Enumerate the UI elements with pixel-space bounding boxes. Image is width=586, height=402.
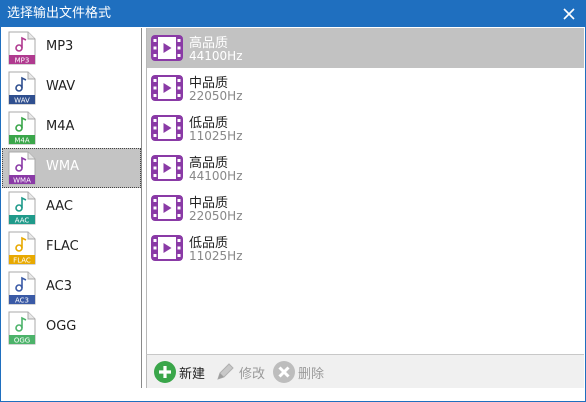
preset-list: 高品质 44100Hz 中品质 22050Hz 低品质 11025Hz 高品质 44100Hz… xyxy=(146,28,584,354)
format-label: OGG xyxy=(46,319,77,334)
bottom-strip xyxy=(2,388,584,401)
format-badge-text: WAV xyxy=(14,97,30,105)
format-badge-text: MP3 xyxy=(15,57,30,65)
preset-sample-rate: 44100Hz xyxy=(189,49,243,63)
new-button[interactable]: 新建 xyxy=(153,360,205,384)
preset-item[interactable]: 低品质 11025Hz xyxy=(147,228,584,268)
video-play-icon xyxy=(151,155,183,181)
format-item-flac[interactable]: FLAC FLAC xyxy=(2,228,141,268)
video-play-icon xyxy=(151,195,183,221)
format-label: FLAC xyxy=(46,239,79,254)
preset-item[interactable]: 高品质 44100Hz xyxy=(147,28,584,68)
format-badge-text: FLAC xyxy=(13,257,31,265)
preset-sample-rate: 11025Hz xyxy=(189,129,243,143)
audio-file-icon: MP3 xyxy=(8,31,36,65)
audio-file-icon: AC3 xyxy=(8,271,36,305)
preset-item[interactable]: 高品质 44100Hz xyxy=(147,148,584,188)
audio-file-icon: M4A xyxy=(8,111,36,145)
format-item-wav[interactable]: WAV WAV xyxy=(2,68,141,108)
audio-file-icon: WMA xyxy=(8,151,36,185)
format-item-aac[interactable]: AAC AAC xyxy=(2,188,141,228)
format-label: AC3 xyxy=(46,279,73,294)
edit-button[interactable]: 修改 xyxy=(213,360,265,384)
format-item-wma[interactable]: WMA WMA xyxy=(2,148,141,188)
dialog-title: 选择输出文件格式 xyxy=(7,6,112,21)
video-play-icon xyxy=(151,75,183,101)
format-list: MP3 MP3 WAV WAV M4A M4A WMA WMA AAC AAC FLAC FLAC AC… xyxy=(2,28,142,388)
format-badge-text: OGG xyxy=(14,337,30,345)
format-label: AAC xyxy=(46,199,73,214)
format-label: M4A xyxy=(46,119,75,134)
format-badge-text: AC3 xyxy=(15,297,29,305)
format-badge-text: AAC xyxy=(15,217,30,225)
plus-circle-icon xyxy=(154,361,176,383)
pencil-icon xyxy=(217,363,234,380)
format-label: MP3 xyxy=(46,39,74,54)
delete-button[interactable]: 删除 xyxy=(272,360,324,384)
format-label: WAV xyxy=(46,79,76,94)
audio-file-icon: OGG xyxy=(8,311,36,345)
format-item-m4a[interactable]: M4A M4A xyxy=(2,108,141,148)
format-badge-text: WMA xyxy=(13,177,31,185)
audio-file-icon: WAV xyxy=(8,71,36,105)
close-button[interactable] xyxy=(557,2,581,26)
video-play-icon xyxy=(151,35,183,61)
preset-item[interactable]: 中品质 22050Hz xyxy=(147,68,584,108)
video-play-icon xyxy=(151,115,183,141)
delete-circle-icon xyxy=(273,361,295,383)
format-dialog: 选择输出文件格式 MP3 MP3 WAV WAV M4A M4A WMA WMA AAC AAC F… xyxy=(0,0,586,402)
delete-button-label: 删除 xyxy=(298,366,325,382)
preset-toolbar: 新建 修改 删除 xyxy=(146,354,584,388)
format-item-ogg[interactable]: OGG OGG xyxy=(2,308,141,348)
edit-button-label: 修改 xyxy=(239,366,266,382)
preset-item[interactable]: 中品质 22050Hz xyxy=(147,188,584,228)
close-icon xyxy=(563,8,575,20)
format-label: WMA xyxy=(46,159,79,174)
preset-item[interactable]: 低品质 11025Hz xyxy=(147,108,584,148)
preset-sample-rate: 11025Hz xyxy=(189,249,243,263)
preset-sample-rate: 22050Hz xyxy=(189,89,243,103)
audio-file-icon: FLAC xyxy=(8,231,36,265)
audio-file-icon: AAC xyxy=(8,191,36,225)
new-button-label: 新建 xyxy=(179,366,206,382)
format-badge-text: M4A xyxy=(14,137,29,145)
format-item-mp3[interactable]: MP3 MP3 xyxy=(2,28,141,68)
title-bar: 选择输出文件格式 xyxy=(1,1,585,27)
preset-sample-rate: 44100Hz xyxy=(189,169,243,183)
video-play-icon xyxy=(151,235,183,261)
format-item-ac3[interactable]: AC3 AC3 xyxy=(2,268,141,308)
preset-sample-rate: 22050Hz xyxy=(189,209,243,223)
